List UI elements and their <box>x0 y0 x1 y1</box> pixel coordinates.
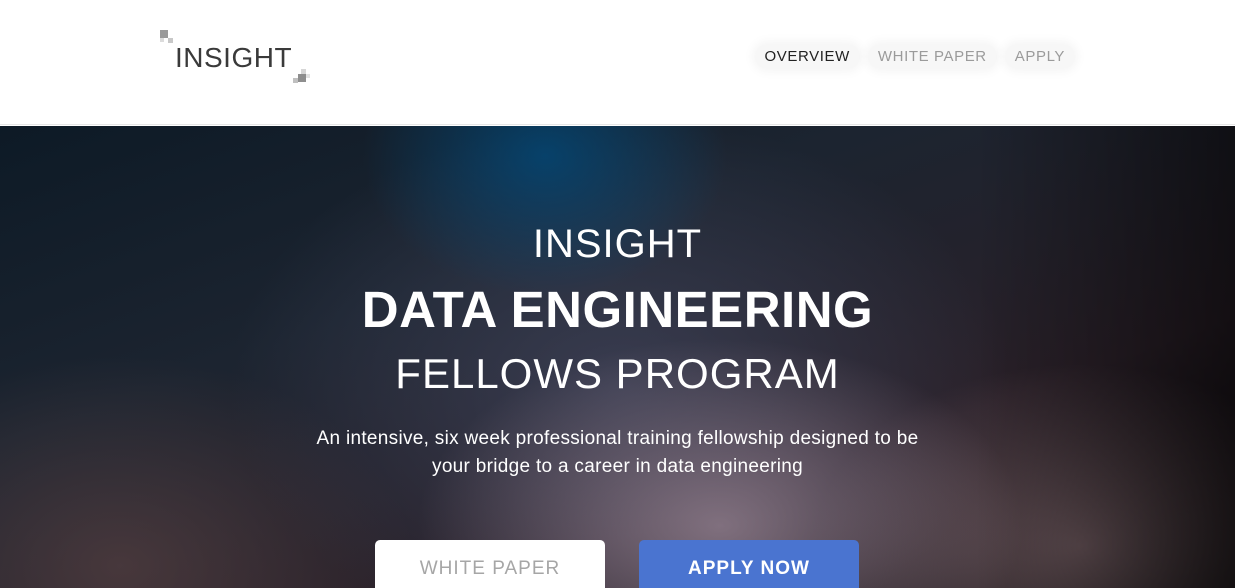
nav-overview[interactable]: OVERVIEW <box>754 44 860 69</box>
hero-title-main: DATA ENGINEERING <box>361 281 874 338</box>
white-paper-button[interactable]: WHITE PAPER <box>375 540 605 588</box>
nav-white-paper[interactable]: WHITE PAPER <box>867 44 997 69</box>
hero-section: INSIGHT DATA ENGINEERING FELLOWS PROGRAM… <box>0 126 1235 588</box>
hero-description-line: your bridge to a career in data engineer… <box>432 456 803 477</box>
logo-pixel-square <box>160 38 164 42</box>
logo-pixel-square <box>298 74 306 82</box>
site-header: INSIGHT OVERVIEW WHITE PAPER APPLY <box>0 0 1235 125</box>
hero-description: An intensive, six week professional trai… <box>260 425 975 481</box>
logo-pixel-square <box>306 74 310 78</box>
logo-pixel-square <box>168 38 173 43</box>
hero-title-sub: FELLOWS PROGRAM <box>395 350 840 397</box>
logo-pixel-square <box>293 78 298 83</box>
hero-title-insight: INSIGHT <box>532 222 703 266</box>
hero-description-line: An intensive, six week professional trai… <box>316 428 919 449</box>
insight-logo[interactable]: INSIGHT <box>160 30 310 88</box>
main-nav: OVERVIEW WHITE PAPER APPLY <box>754 44 1075 69</box>
logo-text: INSIGHT <box>175 42 293 73</box>
logo-pixel-square <box>160 30 168 38</box>
apply-now-button[interactable]: APPLY NOW <box>639 540 859 588</box>
nav-apply[interactable]: APPLY <box>1004 44 1075 69</box>
